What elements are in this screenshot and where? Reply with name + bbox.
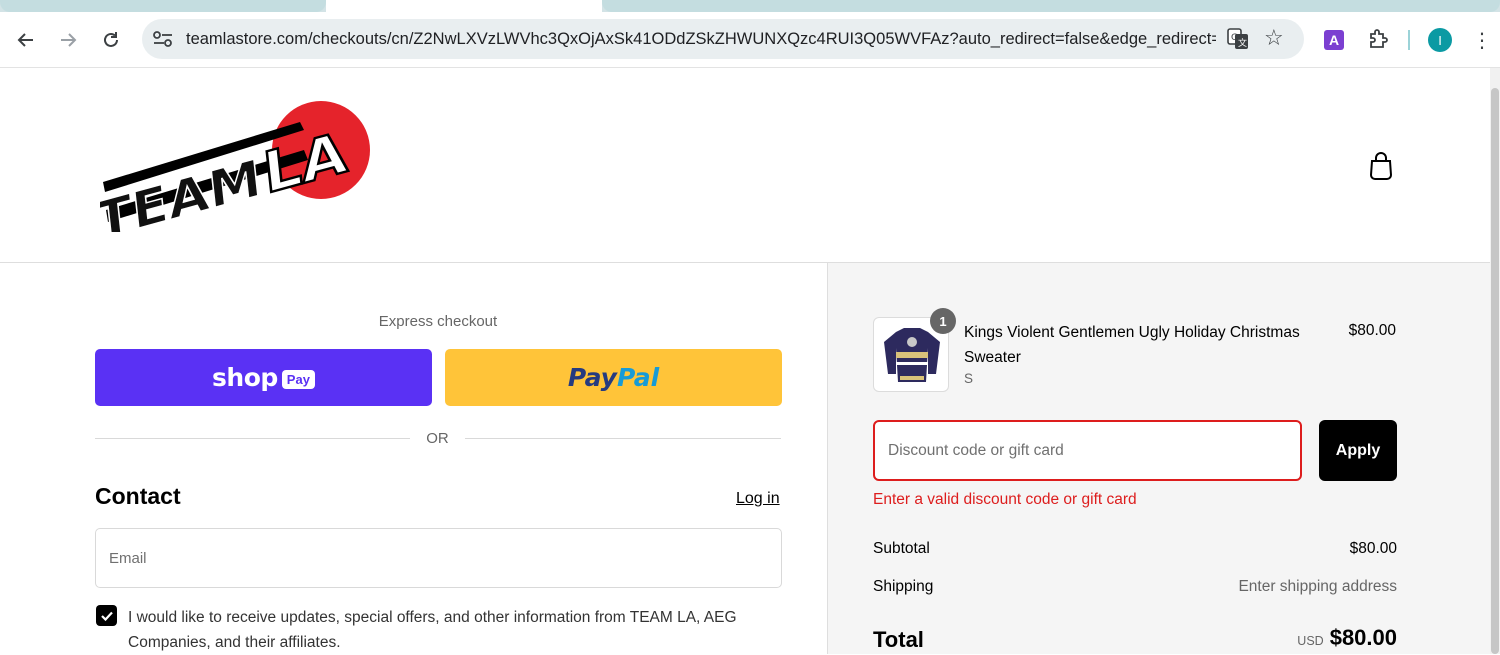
shop-pay-button[interactable]: shop Pay bbox=[95, 349, 432, 406]
total-value: $80.00 bbox=[1329, 625, 1397, 650]
total-amount: USD $80.00 bbox=[1158, 625, 1397, 651]
contact-heading: Contact bbox=[95, 483, 181, 509]
checkout-page: TEAM LA Express checkout shop Pay Pay Pal… bbox=[0, 68, 1490, 654]
shop-pay-wordmark: shop bbox=[212, 363, 278, 392]
checkout-form-column: Express checkout shop Pay Pay Pal OR Cont… bbox=[0, 263, 827, 654]
browser-tab[interactable] bbox=[602, 0, 1500, 12]
team-la-logo[interactable]: TEAM LA bbox=[100, 98, 384, 232]
shopping-bag-icon[interactable] bbox=[1368, 152, 1394, 180]
url-text[interactable]: teamlastore.com/checkouts/cn/Z2NwLXVzLWV… bbox=[186, 30, 1216, 49]
quantity-badge: 1 bbox=[930, 308, 956, 334]
divider-line bbox=[95, 438, 410, 439]
page-scrollbar[interactable] bbox=[1490, 68, 1500, 654]
reload-icon[interactable] bbox=[97, 26, 125, 54]
express-checkout-label: Express checkout bbox=[378, 313, 498, 330]
extension-icon[interactable]: A bbox=[1324, 30, 1344, 50]
discount-code-field[interactable] bbox=[873, 420, 1302, 481]
svg-text:G: G bbox=[1231, 33, 1238, 43]
active-browser-tab[interactable] bbox=[326, 0, 602, 12]
site-settings-icon[interactable] bbox=[152, 29, 174, 49]
shipping-value: Enter shipping address bbox=[1238, 578, 1397, 595]
shop-pay-badge: Pay bbox=[281, 369, 315, 389]
subtotal-value: $80.00 bbox=[1349, 540, 1397, 557]
address-bar[interactable]: teamlastore.com/checkouts/cn/Z2NwLXVzLWV… bbox=[142, 19, 1304, 59]
paypal-button[interactable]: Pay Pal bbox=[445, 349, 782, 406]
back-icon[interactable] bbox=[12, 26, 40, 54]
subtotal-label: Subtotal bbox=[873, 540, 930, 557]
browser-tab[interactable] bbox=[0, 0, 326, 12]
more-menu-icon[interactable]: ⋮ bbox=[1472, 28, 1492, 52]
shipping-label: Shipping bbox=[873, 578, 934, 595]
total-currency: USD bbox=[1297, 634, 1324, 648]
tab-strip bbox=[0, 0, 1500, 12]
or-divider: OR bbox=[95, 429, 781, 449]
marketing-opt-in-label[interactable]: I would like to receive updates, special… bbox=[128, 605, 788, 655]
total-label: Total bbox=[873, 627, 924, 652]
profile-avatar[interactable]: I bbox=[1428, 28, 1452, 52]
toolbar-divider bbox=[1408, 30, 1410, 50]
email-field[interactable] bbox=[95, 528, 782, 588]
checkmark-icon bbox=[100, 611, 113, 621]
marketing-checkbox[interactable] bbox=[96, 605, 117, 626]
product-price: $80.00 bbox=[1348, 322, 1396, 339]
forward-icon[interactable] bbox=[54, 26, 82, 54]
scrollbar-thumb[interactable] bbox=[1491, 88, 1499, 654]
discount-error-message: Enter a valid discount code or gift card bbox=[873, 491, 1137, 508]
translate-icon[interactable]: G 文 bbox=[1226, 27, 1250, 51]
apply-discount-button[interactable]: Apply bbox=[1319, 420, 1397, 481]
order-summary: 1 Kings Violent Gentlemen Ugly Holiday C… bbox=[827, 263, 1490, 654]
login-link[interactable]: Log in bbox=[736, 490, 780, 508]
bookmark-star-icon[interactable]: ☆ bbox=[1264, 25, 1284, 51]
paypal-wordmark-part2: Pal bbox=[616, 363, 660, 392]
browser-toolbar: teamlastore.com/checkouts/cn/Z2NwLXVzLWV… bbox=[0, 12, 1500, 68]
paypal-wordmark-part1: Pay bbox=[567, 363, 617, 392]
checkout-header: TEAM LA bbox=[0, 68, 1490, 263]
or-label: OR bbox=[426, 430, 449, 447]
svg-text:文: 文 bbox=[1238, 37, 1247, 49]
extensions-puzzle-icon[interactable] bbox=[1366, 27, 1390, 51]
product-variant: S bbox=[964, 371, 974, 386]
divider-line bbox=[465, 438, 781, 439]
